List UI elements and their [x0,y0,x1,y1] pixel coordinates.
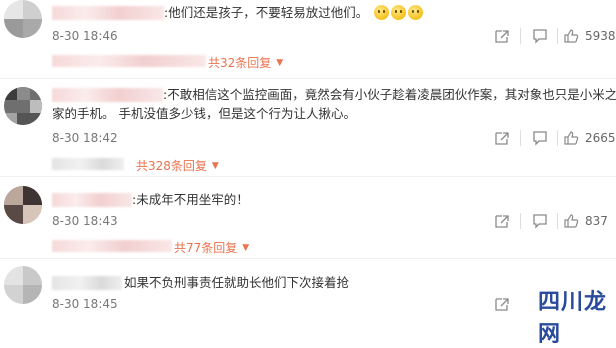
triangle-down-icon: ▼ [276,57,284,68]
share-button[interactable] [494,213,510,229]
reply-preview-avatars [52,55,206,67]
comment-text: :未成年不用坐牢的！ [132,190,249,209]
comment-item: :未成年不用坐牢的！ 8-30 18:43 837 共77条回复 ▼ [0,182,616,255]
view-replies-link[interactable]: 共32条回复 ▼ [208,54,283,71]
smile-emoji-icon [391,5,407,20]
divider [520,28,521,44]
share-icon [495,215,509,228]
username[interactable] [52,276,122,290]
smile-emoji-icon [374,5,390,20]
comment-time: 8-30 18:45 [52,297,118,311]
avatar[interactable] [4,186,42,224]
comment-text: :不敢相信这个监控画面，竟然会有小伙子趁着凌晨团伙作案，其对象也只是小米之 [163,85,616,104]
triangle-down-icon: ▼ [242,242,250,253]
username[interactable] [52,193,132,207]
share-button[interactable] [494,130,510,146]
comment-time: 8-30 18:46 [52,29,118,43]
reply-preview-avatars [52,158,124,170]
triangle-down-icon: ▼ [211,160,219,171]
comment-text-content: :他们还是孩子，不要轻易放过他们。 [164,5,369,20]
like-count: 5938 [585,29,616,43]
comment-item: 如果不负刑事责任就助长他们下次接着抢 8-30 18:45 [0,262,616,321]
like-button[interactable]: 5938 [563,28,616,44]
like-button[interactable]: 837 [563,213,608,229]
divider [0,176,616,177]
avatar[interactable] [4,266,42,304]
comment-icon [533,29,547,44]
comment-text: :他们还是孩子，不要轻易放过他们。 [164,3,424,22]
share-button[interactable] [494,28,510,44]
comment-text-line: :不敢相信这个监控画面，竟然会有小伙子趁着凌晨团伙作案，其对象也只是小米之 [163,87,616,102]
share-icon [495,30,509,43]
comment-item: :不敢相信这个监控画面，竟然会有小伙子趁着凌晨团伙作案，其对象也只是小米之 家的… [0,82,616,174]
reply-count-label: 共77条回复 [174,241,238,255]
comment-time: 8-30 18:43 [52,214,118,228]
avatar[interactable] [4,87,42,125]
thumbs-up-icon [564,214,579,228]
comment-text-content: 如果不负刑事责任就助长他们下次接着抢 [124,275,350,290]
avatar[interactable] [4,0,42,38]
view-replies-link[interactable]: 共77条回复 ▼ [174,239,249,256]
like-count: 837 [585,214,608,228]
comment-icon [533,131,547,146]
view-replies-link[interactable]: 共328条回复 ▼ [136,157,219,174]
comment-button[interactable] [532,213,548,229]
watermark-text: 四川龙网 [538,290,608,347]
thumbs-up-icon [564,29,579,43]
share-button[interactable] [494,296,510,312]
thumbs-up-icon [564,131,579,145]
comment-time: 8-30 18:42 [52,131,118,145]
divider [557,28,558,44]
comment-text-line: 家的手机。 手机没值多少钱，但是这个行为让人揪心。 [52,106,356,121]
comment-button[interactable] [532,130,548,146]
divider [520,130,521,146]
reply-preview-avatars [52,240,172,252]
divider [557,130,558,146]
username[interactable] [52,88,163,102]
divider [520,213,521,229]
comment-text: 如果不负刑事责任就助长他们下次接着抢 [124,273,349,292]
divider [0,258,616,259]
comment-item: :他们还是孩子，不要轻易放过他们。 8-30 18:46 5938 共32条回复… [0,0,616,70]
site-watermark: 四川龙网 [536,278,614,347]
divider [557,213,558,229]
username[interactable] [52,6,164,20]
comment-button[interactable] [532,28,548,44]
comment-text: 家的手机。 手机没值多少钱，但是这个行为让人揪心。 [52,104,356,123]
comment-text-content: :未成年不用坐牢的！ [132,192,249,207]
smirk-emoji-icon [408,5,424,20]
share-icon [495,298,509,311]
reply-count-label: 共328条回复 [136,159,207,173]
share-icon [495,132,509,145]
like-button[interactable]: 2665 [563,130,616,146]
reply-count-label: 共32条回复 [208,56,272,70]
divider [0,78,616,79]
comment-icon [533,214,547,229]
like-count: 2665 [585,131,616,145]
